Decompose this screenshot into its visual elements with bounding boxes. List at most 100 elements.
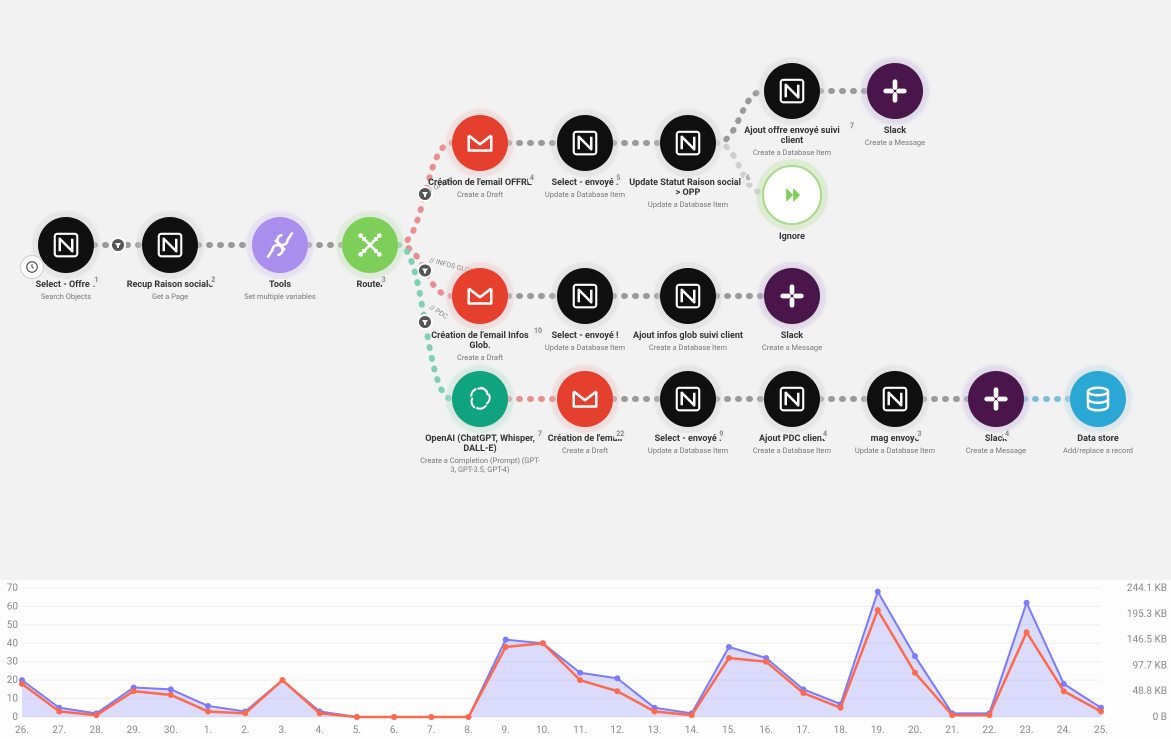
node-title: Création de l'email2222: [548, 435, 623, 445]
notion-icon[interactable]: [557, 268, 613, 324]
node-title: Tools: [269, 281, 291, 291]
x-tick: 12.: [610, 725, 624, 736]
y-right-tick: 97.7 KB: [1133, 660, 1167, 671]
notion-icon[interactable]: [660, 371, 716, 427]
chart-point: [540, 640, 546, 646]
x-tick: 9.: [502, 725, 510, 736]
chart-point: [56, 708, 62, 714]
notion-icon[interactable]: [660, 268, 716, 324]
node-title: Ajout PDC client44: [759, 435, 825, 445]
slack-icon[interactable]: [867, 63, 923, 119]
chart-point: [465, 714, 471, 720]
chart-point: [838, 705, 844, 711]
node-subtitle: Create a Database Item: [753, 148, 831, 157]
node-title: Select - envoyé !99: [655, 435, 722, 445]
router-icon[interactable]: [342, 217, 398, 273]
notion-icon[interactable]: [38, 217, 94, 273]
y-left-tick: 40: [7, 638, 19, 649]
notion-icon[interactable]: [557, 115, 613, 171]
node-a1[interactable]: Création de l'email OFFRE44Create a Draf…: [420, 115, 540, 199]
chart-point: [168, 686, 174, 692]
ignore-icon[interactable]: [762, 165, 822, 225]
x-tick: 29.: [127, 725, 141, 736]
x-tick: 20.: [908, 725, 922, 736]
datastore-icon[interactable]: [1070, 371, 1126, 427]
node-title: Slack: [781, 332, 803, 342]
chart-point: [93, 712, 99, 718]
chart-area: [22, 592, 1101, 717]
node-badge: 4: [821, 431, 829, 439]
node-badge: 9: [717, 431, 725, 439]
chart-point: [279, 677, 285, 683]
node-subtitle: Create a Database Item: [649, 343, 727, 352]
x-tick: 23.: [1020, 725, 1034, 736]
x-tick: 21.: [945, 725, 959, 736]
notion-icon[interactable]: [764, 63, 820, 119]
node-c0[interactable]: OpenAI (ChatGPT, Whisper, DALL-E)77Creat…: [420, 371, 540, 474]
node-c2[interactable]: Select - envoyé !99Update a Database Ite…: [628, 371, 748, 455]
node-n2[interactable]: Recup Raison sociale22Get a Page: [110, 217, 230, 301]
chart-point: [875, 607, 881, 613]
gmail-icon[interactable]: [452, 115, 508, 171]
gmail-icon[interactable]: [557, 371, 613, 427]
node-a6[interactable]: Ignore: [732, 165, 852, 243]
x-tick: 14.: [685, 725, 699, 736]
node-subtitle: Create a Database Item: [753, 446, 831, 455]
node-subtitle: Create a Message: [966, 446, 1026, 455]
node-title: Router33: [356, 281, 383, 291]
node-c3[interactable]: Ajout PDC client44Create a Database Item: [732, 371, 852, 455]
node-c1[interactable]: Création de l'email2222Create a Draft: [525, 371, 645, 455]
node-title: Select - envoyé !55: [552, 179, 619, 189]
y-right-tick: 0 B: [1153, 712, 1167, 723]
node-a2[interactable]: Select - envoyé !55Update a Database Ite…: [525, 115, 645, 199]
notion-icon[interactable]: [764, 371, 820, 427]
x-tick: 22.: [982, 725, 996, 736]
x-tick: 25.: [1094, 725, 1108, 736]
node-n1[interactable]: Select - Offre ?11Search Objects: [6, 217, 126, 301]
node-subtitle: Search Objects: [41, 292, 91, 301]
chart-point: [800, 690, 806, 696]
x-tick: 28.: [89, 725, 103, 736]
node-b1[interactable]: Création de l'email Infos Glob.1010Creat…: [420, 268, 540, 362]
node-c6[interactable]: Data storeAdd/replace a record: [1038, 371, 1158, 455]
x-tick: 5.: [353, 725, 361, 736]
usage-chart: 706050403020100244.1 KB195.3 KB146.5 KB9…: [0, 580, 1171, 739]
node-badge: 2: [209, 277, 217, 285]
notion-icon[interactable]: [142, 217, 198, 273]
node-subtitle: Set multiple variables: [244, 292, 315, 301]
workflow-canvas[interactable]: // OFFRE// INFOS GLOB.// PDC Select - Of…: [0, 0, 1171, 580]
node-a4[interactable]: Ajout offre envoyé suivi client77Create …: [732, 63, 852, 157]
node-a3[interactable]: Update Statut Raison social -> OPP66Upda…: [628, 115, 748, 209]
openai-icon[interactable]: [452, 371, 508, 427]
node-n4[interactable]: Router33: [310, 217, 430, 291]
notion-icon[interactable]: [660, 115, 716, 171]
slack-icon[interactable]: [764, 268, 820, 324]
chart-point: [503, 644, 509, 650]
x-tick: 13.: [648, 725, 662, 736]
node-b3[interactable]: Ajout infos glob suivi clientCreate a Da…: [628, 268, 748, 352]
notion-icon[interactable]: [867, 371, 923, 427]
x-tick: 15.: [722, 725, 736, 736]
chart-point: [763, 659, 769, 665]
x-tick: 24.: [1057, 725, 1071, 736]
chart-point: [391, 714, 397, 720]
node-subtitle: Get a Page: [152, 292, 188, 301]
slack-icon[interactable]: [968, 371, 1024, 427]
node-a5[interactable]: SlackCreate a Message: [835, 63, 955, 147]
node-title: Select - envoyé !: [552, 332, 619, 342]
y-right-tick: 48.8 KB: [1133, 686, 1167, 697]
x-tick: 4.: [316, 725, 324, 736]
x-tick: 11.: [573, 725, 587, 736]
chart-point: [1061, 688, 1067, 694]
node-b4[interactable]: SlackCreate a Message: [732, 268, 852, 352]
node-title: Slack: [884, 127, 906, 137]
node-subtitle: Create a Message: [762, 343, 822, 352]
node-b2[interactable]: Select - envoyé !Update a Database Item: [525, 268, 645, 352]
tools-icon[interactable]: [252, 217, 308, 273]
gmail-icon[interactable]: [452, 268, 508, 324]
node-title: Recup Raison sociale22: [127, 281, 213, 291]
node-title: Data store: [1077, 435, 1118, 445]
x-tick: 3.: [278, 725, 286, 736]
node-subtitle: Update a Database Item: [648, 200, 728, 209]
node-title: OpenAI (ChatGPT, Whisper, DALL-E)77: [420, 435, 540, 455]
